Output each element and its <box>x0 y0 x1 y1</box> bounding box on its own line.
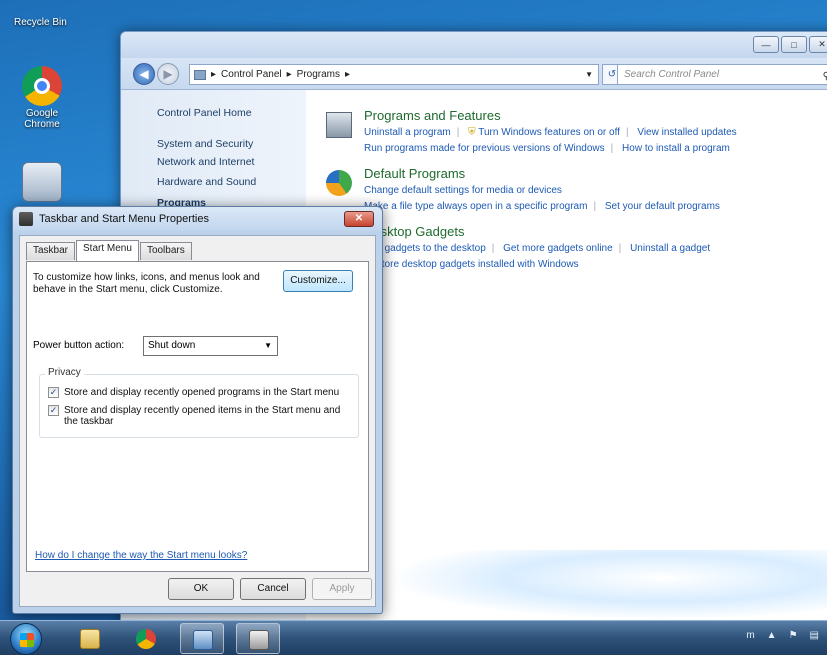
cancel-button[interactable]: Cancel <box>240 578 306 600</box>
wallpaper-glow <box>386 550 827 620</box>
control-panel-titlebar[interactable]: — □ ✕ <box>121 32 827 58</box>
chrome-icon <box>22 66 62 106</box>
network-icon[interactable]: ▤ <box>810 630 819 641</box>
sidebar-item-hardware[interactable]: Hardware and Sound <box>157 176 256 188</box>
recycle-bin-label[interactable]: Recycle Bin <box>14 17 67 28</box>
search-icon[interactable]: ⚲ <box>823 67 827 86</box>
forward-button[interactable]: ▶ <box>157 63 179 85</box>
chrome-taskbar-button[interactable] <box>124 623 168 654</box>
gear-icon <box>22 162 62 202</box>
folder-icon <box>80 629 100 649</box>
tab-start-menu[interactable]: Start Menu <box>76 240 139 261</box>
link-windows-features[interactable]: Turn Windows features on or off <box>478 127 620 138</box>
chevron-down-icon[interactable]: ▼ <box>585 70 593 79</box>
maximize-button[interactable]: □ <box>781 36 807 53</box>
main-content: Programs and Features Uninstall a progra… <box>306 90 827 620</box>
language-indicator[interactable]: m <box>746 630 754 641</box>
link-uninstall-program[interactable]: Uninstall a program <box>364 127 451 138</box>
privacy-group: ✓ Store and display recently opened prog… <box>39 374 359 438</box>
breadcrumb-programs[interactable]: Programs <box>297 69 340 80</box>
dialog-title: Taskbar and Start Menu Properties <box>39 213 209 225</box>
link-media-defaults[interactable]: Change default settings for media or dev… <box>364 185 562 196</box>
link-file-type[interactable]: Make a file type always open in a specif… <box>364 201 587 212</box>
dialog-close-button[interactable]: ✕ <box>344 211 374 227</box>
checkmark-icon: ✓ <box>48 387 59 398</box>
explorer-taskbar-button[interactable] <box>68 623 112 654</box>
link-previous-versions[interactable]: Run programs made for previous versions … <box>364 143 605 154</box>
checkbox-recent-programs[interactable]: ✓ Store and display recently opened prog… <box>48 387 353 398</box>
default-programs-icon <box>326 170 352 196</box>
chrome-desktop-icon[interactable]: Google Chrome <box>10 66 74 130</box>
sidebar-item-system[interactable]: System and Security <box>157 138 253 150</box>
link-more-gadgets[interactable]: Get more gadgets online <box>503 243 613 254</box>
breadcrumb-control-panel[interactable]: Control Panel <box>221 69 282 80</box>
apply-button[interactable]: Apply <box>312 578 372 600</box>
taskbar: m ▲ ⚑ ▤ <box>0 620 827 655</box>
flag-icon[interactable]: ⚑ <box>789 630 798 641</box>
control-panel-desktop-icon[interactable] <box>10 162 74 204</box>
minimize-button[interactable]: — <box>753 36 779 53</box>
ok-button[interactable]: OK <box>168 578 234 600</box>
chevron-down-icon: ▼ <box>264 341 272 350</box>
address-bar[interactable]: ▸ Control Panel ▸ Programs ▸ ▼ <box>189 64 599 85</box>
close-button[interactable]: ✕ <box>809 36 827 53</box>
back-button[interactable]: ◀ <box>133 63 155 85</box>
link-restore-gadgets[interactable]: Restore desktop gadgets installed with W… <box>364 259 579 270</box>
system-tray: m ▲ ⚑ ▤ <box>746 630 819 641</box>
properties-taskbar-button[interactable] <box>236 623 280 654</box>
checkmark-icon: ✓ <box>48 405 59 416</box>
search-input[interactable]: Search Control Panel ⚲ <box>617 64 827 85</box>
control-panel-icon <box>193 630 213 650</box>
sidebar-item-network[interactable]: Network and Internet <box>157 156 254 168</box>
taskbar-properties-icon <box>249 630 269 650</box>
shield-icon: ⛨ <box>468 127 476 138</box>
control-panel-taskbar-button[interactable] <box>180 623 224 654</box>
start-orb[interactable] <box>10 623 42 655</box>
chevron-up-icon[interactable]: ▲ <box>767 630 777 641</box>
power-button-label: Power button action: <box>33 340 125 351</box>
link-how-to-install[interactable]: How to install a program <box>622 143 730 154</box>
dialog-titlebar[interactable]: Taskbar and Start Menu Properties ✕ <box>13 207 382 231</box>
sidebar-item-home[interactable]: Control Panel Home <box>157 107 252 119</box>
customize-button[interactable]: Customize... <box>283 270 353 292</box>
taskbar-properties-dialog: Taskbar and Start Menu Properties ✕ Task… <box>12 206 383 614</box>
dialog-tabs: Taskbar Start Menu Toolbars <box>26 240 193 261</box>
chrome-desktop-label: Google Chrome <box>24 108 60 130</box>
link-set-defaults[interactable]: Set your default programs <box>605 201 720 212</box>
checkbox-recent-items[interactable]: ✓ Store and display recently opened item… <box>48 405 353 427</box>
folder-icon <box>194 69 206 80</box>
link-uninstall-gadget[interactable]: Uninstall a gadget <box>630 243 710 254</box>
start-menu-panel: To customize how links, icons, and menus… <box>26 261 369 572</box>
customize-description: To customize how links, icons, and menus… <box>33 272 260 295</box>
privacy-label: Privacy <box>45 367 84 378</box>
power-button-select[interactable]: Shut down ▼ <box>143 336 278 356</box>
chrome-icon <box>136 629 156 649</box>
link-installed-updates[interactable]: View installed updates <box>637 127 736 138</box>
category-title[interactable]: Default Programs <box>364 166 465 181</box>
tab-taskbar[interactable]: Taskbar <box>26 242 76 260</box>
help-link[interactable]: How do I change the way the Start menu l… <box>35 550 247 561</box>
taskbar-properties-icon <box>19 212 33 226</box>
category-title[interactable]: Programs and Features <box>364 108 501 123</box>
tab-toolbars[interactable]: Toolbars <box>139 242 192 260</box>
programs-features-icon <box>326 112 352 138</box>
